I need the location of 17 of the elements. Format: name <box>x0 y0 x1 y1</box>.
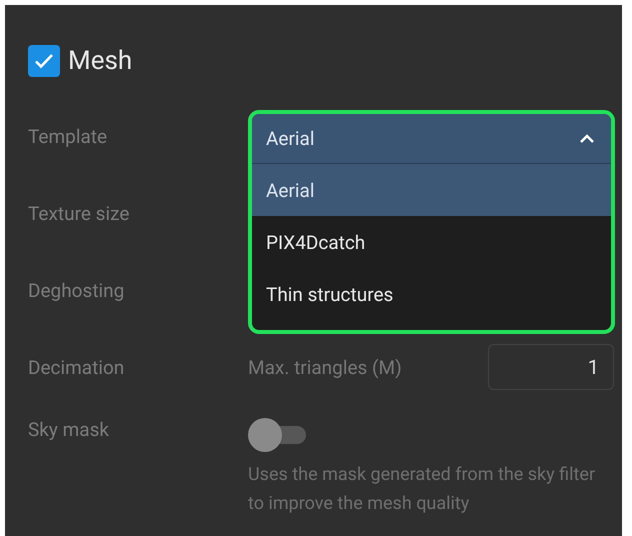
template-dropdown[interactable]: Aerial Aerial PIX4Dcatch Thin structures <box>248 110 615 334</box>
description-text: Uses the mask generated from the sky filter to improve the mesh quality <box>248 463 596 516</box>
chevron-icon <box>579 132 595 144</box>
checkbox[interactable] <box>28 45 60 77</box>
toggle-switch[interactable] <box>248 418 308 452</box>
setting-label: Sky mask <box>28 418 110 443</box>
dropdown-option[interactable]: Aerial <box>252 164 611 216</box>
dropdown-option[interactable]: Thin structures <box>252 268 611 320</box>
section-title: Mesh <box>68 46 132 76</box>
setting-label: Template <box>28 124 108 150</box>
setting-label: Decimation <box>28 356 126 378</box>
dropdown-value: Aerial <box>266 127 314 150</box>
setting-label: Texture size <box>28 201 130 227</box>
dropdown-option[interactable]: PIX4Dcatch <box>252 216 611 268</box>
setting-label: Deghosting <box>28 278 126 304</box>
field-label: Max. triangles (M) <box>248 356 402 378</box>
number-field[interactable]: 1 <box>488 344 614 390</box>
